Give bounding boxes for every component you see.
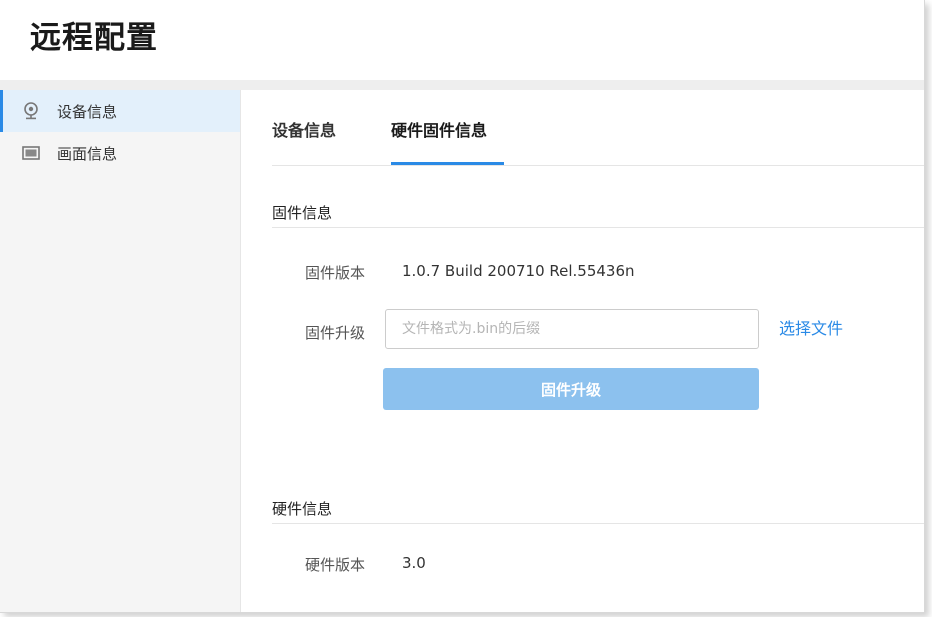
choose-file-link[interactable]: 选择文件: [779, 315, 843, 339]
firmware-file-input[interactable]: [385, 309, 759, 349]
sidebar-item-label: 设备信息: [57, 102, 118, 121]
hardware-version-label: 硬件版本: [305, 556, 366, 574]
hardware-version-value: 3.0: [402, 554, 426, 572]
sidebar-item-picture-info[interactable]: 画面信息: [0, 132, 240, 174]
location-pin-icon: [22, 102, 40, 120]
hardware-section-title: 硬件信息: [272, 500, 333, 518]
page-header: 远程配置: [0, 0, 924, 80]
firmware-version-label: 固件版本: [305, 264, 366, 282]
main-content: 设备信息 硬件固件信息 固件信息 固件版本 1.0.7 Build 200710…: [241, 90, 924, 612]
monitor-icon: [22, 144, 40, 162]
tab-bar: 设备信息 硬件固件信息: [272, 90, 924, 166]
tab-hardware-firmware-info[interactable]: 硬件固件信息: [391, 117, 487, 141]
sidebar: 设备信息 画面信息: [0, 90, 241, 612]
app-window: 远程配置 设备信息 画面信息 设备信息 硬件固件信息 固件信息 固件版本 1.0…: [0, 0, 925, 613]
section-divider: [272, 523, 924, 524]
firmware-upgrade-button[interactable]: 固件升级: [383, 368, 759, 410]
firmware-section-title: 固件信息: [272, 204, 333, 222]
tab-device-info[interactable]: 设备信息: [272, 117, 336, 141]
firmware-version-value: 1.0.7 Build 200710 Rel.55436n: [402, 262, 635, 280]
section-divider: [272, 227, 924, 228]
header-divider: [0, 80, 924, 90]
sidebar-item-device-info[interactable]: 设备信息: [0, 90, 240, 132]
page-title: 远程配置: [30, 20, 158, 56]
sidebar-item-label: 画面信息: [57, 144, 118, 163]
active-tab-indicator: [391, 162, 504, 165]
firmware-upgrade-label: 固件升级: [305, 324, 366, 342]
